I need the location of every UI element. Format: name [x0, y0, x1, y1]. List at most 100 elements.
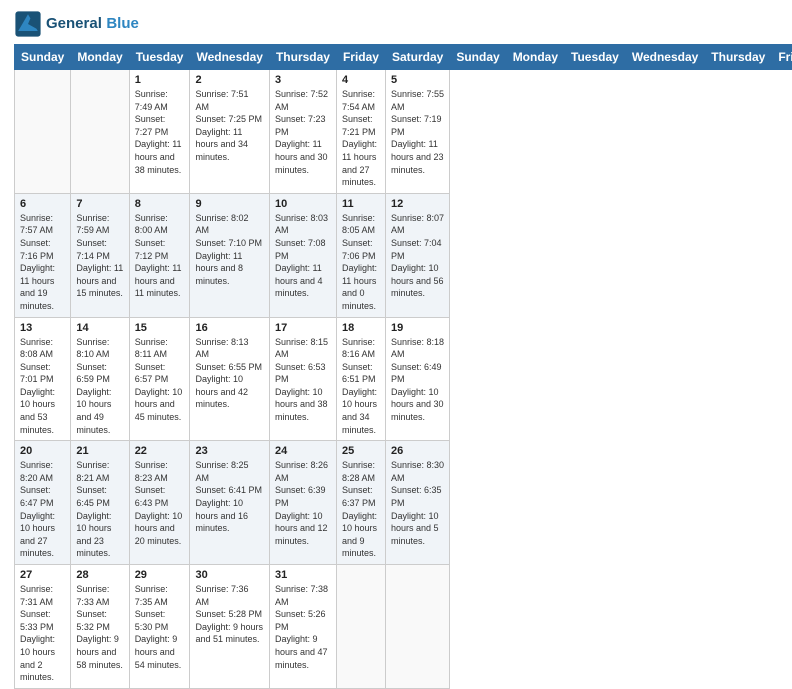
- calendar-cell: 22 Sunrise: 8:23 AMSunset: 6:43 PMDayligh…: [129, 441, 190, 565]
- day-number: 16: [195, 322, 263, 334]
- calendar-cell: 23 Sunrise: 8:25 AMSunset: 6:41 PMDayligh…: [190, 441, 269, 565]
- day-info: Sunrise: 8:00 AMSunset: 7:12 PMDaylight:…: [135, 212, 185, 300]
- day-info: Sunrise: 8:28 AMSunset: 6:37 PMDaylight:…: [342, 459, 380, 560]
- day-info: Sunrise: 8:13 AMSunset: 6:55 PMDaylight:…: [195, 336, 263, 412]
- day-info: Sunrise: 8:03 AMSunset: 7:08 PMDaylight:…: [275, 212, 331, 300]
- weekday-header-saturday: Saturday: [385, 45, 449, 70]
- day-number: 7: [76, 198, 123, 210]
- calendar-cell: 1Sunrise: 7:49 AMSunset: 7:27 PMDaylight…: [129, 70, 190, 194]
- calendar-cell: [71, 70, 129, 194]
- day-number: 12: [391, 198, 444, 210]
- calendar-cell: 3 Sunrise: 7:52 AMSunset: 7:23 PMDaylight…: [269, 70, 336, 194]
- weekday-header-thursday: Thursday: [705, 45, 772, 70]
- weekday-header-sunday: Sunday: [15, 45, 71, 70]
- weekday-header-tuesday: Tuesday: [565, 45, 626, 70]
- calendar-cell: 21 Sunrise: 8:21 AMSunset: 6:45 PMDayligh…: [71, 441, 129, 565]
- calendar-cell: 2 Sunrise: 7:51 AMSunset: 7:25 PMDaylight…: [190, 70, 269, 194]
- calendar-cell: [385, 565, 449, 689]
- day-number: 22: [135, 445, 185, 457]
- day-number: 14: [76, 322, 123, 334]
- calendar-cell: 10 Sunrise: 8:03 AMSunset: 7:08 PMDayligh…: [269, 193, 336, 317]
- day-info: Sunrise: 8:11 AMSunset: 6:57 PMDaylight:…: [135, 336, 185, 424]
- calendar-cell: 20Sunrise: 8:20 AMSunset: 6:47 PMDayligh…: [15, 441, 71, 565]
- day-number: 23: [195, 445, 263, 457]
- day-number: 25: [342, 445, 380, 457]
- day-number: 1: [135, 74, 185, 86]
- day-info: Sunrise: 8:20 AMSunset: 6:47 PMDaylight:…: [20, 459, 65, 560]
- calendar-cell: [336, 565, 385, 689]
- day-number: 11: [342, 198, 380, 210]
- generalblue-logo-icon: [14, 10, 42, 38]
- weekday-header-wednesday: Wednesday: [625, 45, 704, 70]
- weekday-header-wednesday: Wednesday: [190, 45, 269, 70]
- weekday-header-thursday: Thursday: [269, 45, 336, 70]
- day-info: Sunrise: 8:21 AMSunset: 6:45 PMDaylight:…: [76, 459, 123, 560]
- day-number: 27: [20, 569, 65, 581]
- day-info: Sunrise: 7:52 AMSunset: 7:23 PMDaylight:…: [275, 88, 331, 176]
- calendar-cell: 6Sunrise: 7:57 AMSunset: 7:16 PMDaylight…: [15, 193, 71, 317]
- weekday-header-tuesday: Tuesday: [129, 45, 190, 70]
- calendar-cell: 16 Sunrise: 8:13 AMSunset: 6:55 PMDayligh…: [190, 317, 269, 441]
- day-info: Sunrise: 8:07 AMSunset: 7:04 PMDaylight:…: [391, 212, 444, 300]
- calendar-cell: 30Sunrise: 7:36 AMSunset: 5:28 PMDayligh…: [190, 565, 269, 689]
- day-info: Sunrise: 7:59 AMSunset: 7:14 PMDaylight:…: [76, 212, 123, 300]
- calendar-cell: 31 Sunrise: 7:38 AMSunset: 5:26 PMDayligh…: [269, 565, 336, 689]
- weekday-header-friday: Friday: [772, 45, 792, 70]
- day-info: Sunrise: 7:36 AMSunset: 5:28 PMDaylight:…: [195, 583, 263, 646]
- day-info: Sunrise: 8:30 AMSunset: 6:35 PMDaylight:…: [391, 459, 444, 547]
- calendar-week-row: 20Sunrise: 8:20 AMSunset: 6:47 PMDayligh…: [15, 441, 792, 565]
- day-number: 3: [275, 74, 331, 86]
- calendar-cell: 24 Sunrise: 8:26 AMSunset: 6:39 PMDayligh…: [269, 441, 336, 565]
- day-number: 31: [275, 569, 331, 581]
- calendar-cell: 7 Sunrise: 7:59 AMSunset: 7:14 PMDaylight…: [71, 193, 129, 317]
- day-info: Sunrise: 7:51 AMSunset: 7:25 PMDaylight:…: [195, 88, 263, 164]
- day-info: Sunrise: 7:54 AMSunset: 7:21 PMDaylight:…: [342, 88, 380, 189]
- day-info: Sunrise: 8:05 AMSunset: 7:06 PMDaylight:…: [342, 212, 380, 313]
- day-number: 29: [135, 569, 185, 581]
- calendar-cell: 4Sunrise: 7:54 AMSunset: 7:21 PMDaylight…: [336, 70, 385, 194]
- day-number: 21: [76, 445, 123, 457]
- day-number: 5: [391, 74, 444, 86]
- calendar-cell: 17 Sunrise: 8:15 AMSunset: 6:53 PMDayligh…: [269, 317, 336, 441]
- day-number: 24: [275, 445, 331, 457]
- calendar-cell: 13Sunrise: 8:08 AMSunset: 7:01 PMDayligh…: [15, 317, 71, 441]
- day-number: 13: [20, 322, 65, 334]
- calendar-cell: 8Sunrise: 8:00 AMSunset: 7:12 PMDaylight…: [129, 193, 190, 317]
- day-info: Sunrise: 8:16 AMSunset: 6:51 PMDaylight:…: [342, 336, 380, 437]
- day-info: Sunrise: 8:18 AMSunset: 6:49 PMDaylight:…: [391, 336, 444, 424]
- page: General Blue SundayMondayTuesdayWednesda…: [0, 0, 792, 612]
- calendar-cell: 12 Sunrise: 8:07 AMSunset: 7:04 PMDayligh…: [385, 193, 449, 317]
- calendar-cell: 14Sunrise: 8:10 AMSunset: 6:59 PMDayligh…: [71, 317, 129, 441]
- weekday-header-row: SundayMondayTuesdayWednesdayThursdayFrid…: [15, 45, 792, 70]
- day-number: 10: [275, 198, 331, 210]
- day-info: Sunrise: 7:31 AMSunset: 5:33 PMDaylight:…: [20, 583, 65, 684]
- weekday-header-monday: Monday: [506, 45, 564, 70]
- calendar-cell: 5 Sunrise: 7:55 AMSunset: 7:19 PMDaylight…: [385, 70, 449, 194]
- day-info: Sunrise: 8:15 AMSunset: 6:53 PMDaylight:…: [275, 336, 331, 424]
- day-number: 2: [195, 74, 263, 86]
- day-number: 15: [135, 322, 185, 334]
- logo-area: General Blue: [14, 10, 139, 38]
- day-info: Sunrise: 7:38 AMSunset: 5:26 PMDaylight:…: [275, 583, 331, 671]
- day-info: Sunrise: 7:33 AMSunset: 5:32 PMDaylight:…: [76, 583, 123, 671]
- calendar-cell: 15 Sunrise: 8:11 AMSunset: 6:57 PMDayligh…: [129, 317, 190, 441]
- day-number: 18: [342, 322, 380, 334]
- day-info: Sunrise: 7:57 AMSunset: 7:16 PMDaylight:…: [20, 212, 65, 313]
- header: General Blue: [14, 10, 778, 38]
- calendar-cell: 28Sunrise: 7:33 AMSunset: 5:32 PMDayligh…: [71, 565, 129, 689]
- day-info: Sunrise: 8:23 AMSunset: 6:43 PMDaylight:…: [135, 459, 185, 547]
- calendar-cell: 9Sunrise: 8:02 AMSunset: 7:10 PMDaylight…: [190, 193, 269, 317]
- calendar-cell: 11 Sunrise: 8:05 AMSunset: 7:06 PMDayligh…: [336, 193, 385, 317]
- day-info: Sunrise: 7:55 AMSunset: 7:19 PMDaylight:…: [391, 88, 444, 176]
- day-info: Sunrise: 8:26 AMSunset: 6:39 PMDaylight:…: [275, 459, 331, 547]
- day-number: 26: [391, 445, 444, 457]
- day-number: 17: [275, 322, 331, 334]
- logo-text: General Blue: [46, 15, 139, 33]
- calendar-cell: 25 Sunrise: 8:28 AMSunset: 6:37 PMDayligh…: [336, 441, 385, 565]
- day-info: Sunrise: 8:25 AMSunset: 6:41 PMDaylight:…: [195, 459, 263, 535]
- calendar-cell: 19 Sunrise: 8:18 AMSunset: 6:49 PMDayligh…: [385, 317, 449, 441]
- calendar-cell: 18 Sunrise: 8:16 AMSunset: 6:51 PMDayligh…: [336, 317, 385, 441]
- day-info: Sunrise: 7:35 AMSunset: 5:30 PMDaylight:…: [135, 583, 185, 671]
- calendar-week-row: 1Sunrise: 7:49 AMSunset: 7:27 PMDaylight…: [15, 70, 792, 194]
- day-number: 19: [391, 322, 444, 334]
